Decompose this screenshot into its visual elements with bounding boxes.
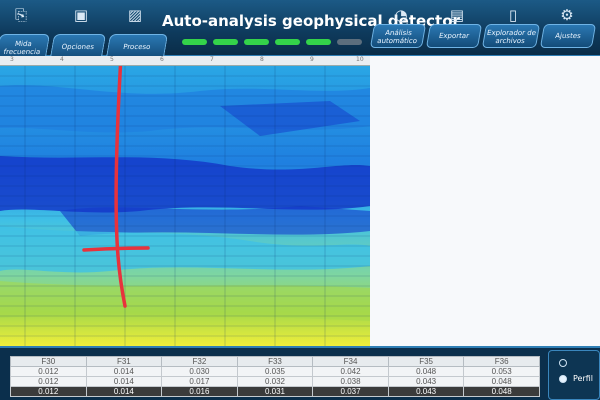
ruler-tick: 3 — [10, 56, 14, 63]
tab-label: Ajustes — [554, 32, 582, 40]
ruler-tick: 4 — [60, 56, 64, 63]
column-header[interactable]: F35 — [387, 356, 465, 367]
tab-explorador-archivos[interactable]: Explorador de archivos — [481, 24, 541, 48]
table-cell: 0.038 — [312, 376, 389, 387]
ruler-tick: 5 — [110, 56, 114, 63]
empty-panel — [370, 56, 600, 346]
table-cell: 0.053 — [463, 366, 540, 377]
table-cell: 0.017 — [161, 376, 238, 387]
settings-icon[interactable]: ⚙ — [556, 6, 578, 24]
table-cell: 0.035 — [236, 366, 314, 377]
column-header[interactable]: F30 — [10, 356, 87, 367]
table-cell: 0.043 — [387, 386, 465, 397]
progress-segment — [306, 39, 331, 45]
column-header[interactable]: F34 — [312, 356, 389, 367]
table-cell: 0.012 — [10, 366, 87, 377]
perfil-radio[interactable] — [559, 375, 567, 383]
table-cell: 0.048 — [463, 376, 540, 387]
ruler-tick: 10 — [356, 56, 364, 63]
tab-proceso[interactable]: Proceso — [105, 34, 169, 58]
table-row[interactable]: 0.012 0.014 0.030 0.035 0.042 0.048 0.05… — [10, 366, 540, 377]
option-radio[interactable] — [559, 359, 567, 367]
progress-segment — [275, 39, 300, 45]
data-table[interactable]: F30 F31 F32 F33 F34 F35 F36 0.012 0.014 … — [10, 356, 540, 397]
ruler-tick: 7 — [210, 56, 214, 63]
export-icon[interactable]: ▤ — [446, 6, 468, 24]
tab-analisis-automatico[interactable]: Análisis automático — [369, 24, 427, 48]
tab-label: Mida frecuencia — [2, 40, 41, 56]
table-header-row: F30 F31 F32 F33 F34 F35 F36 — [10, 356, 540, 367]
progress-indicator — [182, 39, 362, 45]
table-cell: 0.012 — [10, 386, 87, 397]
table-cell: 0.043 — [387, 376, 465, 387]
progress-segment — [213, 39, 238, 45]
tab-label: Exportar — [438, 32, 470, 40]
column-header[interactable]: F31 — [85, 356, 163, 367]
ruler-tick: 6 — [160, 56, 164, 63]
marker-horizontal-line — [82, 246, 150, 252]
table-cell: 0.037 — [312, 386, 389, 397]
top-toolbar: ⎘ ▣ ▨ Auto-analysis geophysical detector… — [0, 0, 600, 58]
column-header[interactable]: F33 — [236, 356, 314, 367]
table-cell: 0.032 — [236, 376, 314, 387]
image-icon[interactable]: ▨ — [124, 6, 146, 24]
column-header[interactable]: F36 — [463, 356, 540, 367]
resistivity-heatmap[interactable] — [0, 66, 370, 346]
new-file-icon[interactable]: ⎘ — [10, 6, 32, 24]
table-cell: 0.042 — [312, 366, 389, 377]
ruler-tick: 8 — [260, 56, 264, 63]
save-icon[interactable]: ▣ — [70, 6, 92, 24]
tablet-icon[interactable]: ▯ — [502, 6, 524, 24]
table-cell: 0.016 — [161, 386, 238, 397]
table-cell: 0.048 — [387, 366, 465, 377]
anomaly-zone — [60, 206, 370, 236]
column-header[interactable]: F32 — [161, 356, 238, 367]
tab-label: Análisis automático — [376, 29, 418, 45]
progress-segment — [182, 39, 207, 45]
table-cell: 0.014 — [85, 366, 163, 377]
table-cell: 0.014 — [85, 386, 163, 397]
table-cell: 0.031 — [236, 386, 314, 397]
table-cell: 0.014 — [85, 376, 163, 387]
data-table-area: F30 F31 F32 F33 F34 F35 F36 0.012 0.014 … — [0, 346, 600, 400]
progress-segment — [337, 39, 362, 45]
chart-icon[interactable]: ◔ — [390, 6, 412, 24]
tab-exportar[interactable]: Exportar — [425, 24, 483, 48]
tab-label: Proceso — [122, 43, 152, 51]
view-options-panel: Perfil — [548, 350, 600, 400]
app-window: ⎘ ▣ ▨ Auto-analysis geophysical detector… — [0, 0, 600, 400]
tab-ajustes[interactable]: Ajustes — [539, 24, 597, 48]
tab-label: Explorador de archivos — [486, 29, 537, 45]
plot-area: 3 4 5 6 7 8 9 10 — [0, 56, 600, 346]
progress-segment — [244, 39, 269, 45]
distance-ruler: 3 4 5 6 7 8 9 10 — [0, 56, 370, 66]
table-cell: 0.048 — [463, 386, 540, 397]
tab-opciones[interactable]: Opciones — [49, 34, 107, 58]
table-cell: 0.012 — [10, 376, 87, 387]
table-row[interactable]: 0.012 0.014 0.017 0.032 0.038 0.043 0.04… — [10, 376, 540, 387]
table-row-selected[interactable]: 0.012 0.014 0.016 0.031 0.037 0.043 0.04… — [10, 386, 540, 397]
table-cell: 0.030 — [161, 366, 238, 377]
ruler-tick: 9 — [310, 56, 314, 63]
tab-label: Opciones — [60, 43, 95, 51]
tab-mida-frecuencia[interactable]: Mida frecuencia — [0, 34, 51, 58]
perfil-label: Perfil — [573, 374, 594, 383]
